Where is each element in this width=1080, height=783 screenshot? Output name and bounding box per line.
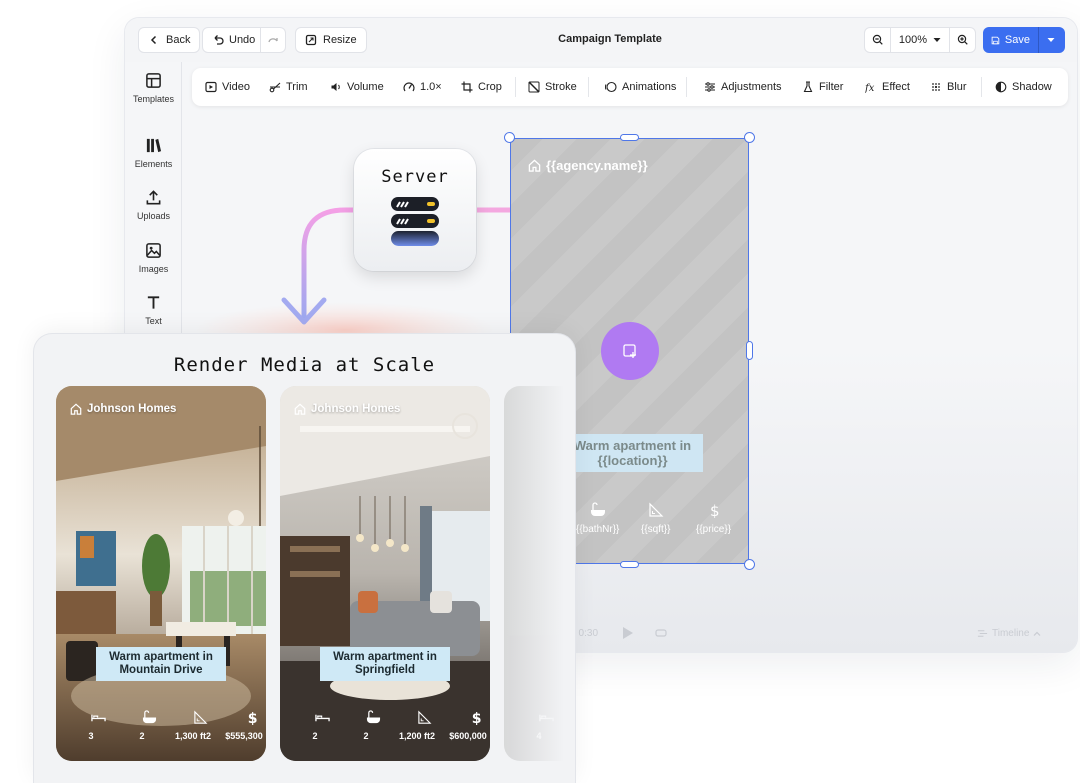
stat-value: $600,000	[449, 731, 487, 741]
property-caption: Warm apartment in Springfield	[320, 647, 450, 681]
stat-value: $555,300	[225, 731, 263, 741]
area-icon	[418, 710, 432, 724]
room-photo	[280, 386, 490, 761]
bathtub-icon	[142, 710, 157, 724]
server-icon	[391, 197, 439, 246]
svg-text:$: $	[472, 711, 482, 725]
render-panel: Render Media at Scale Johnson Homes Warm…	[34, 334, 575, 783]
property-card[interactable]: Johnson Homes Warm apartment in Mountain…	[56, 386, 266, 761]
server-label: Server	[381, 167, 449, 187]
caption-line: Warm apartment in	[109, 651, 213, 663]
property-card[interactable]: Johnson Homes Warm apartment in Springfi…	[280, 386, 490, 761]
dollar-icon: $	[248, 711, 258, 725]
svg-text:$: $	[248, 711, 258, 725]
agency-name: Johnson Homes	[294, 403, 400, 415]
dollar-icon: $	[472, 711, 482, 725]
area-icon	[194, 710, 208, 724]
property-caption: Warm apartment in Mountain Drive	[96, 647, 226, 681]
caption-line: Warm apartment in	[333, 651, 437, 663]
agency-name: Johnson Homes	[70, 403, 176, 415]
resize-handle[interactable]	[620, 134, 639, 141]
stat-price: $ $555,300	[225, 710, 266, 741]
flow-line	[301, 207, 357, 319]
render-title: Render Media at Scale	[173, 354, 436, 376]
stat-price: $ $600,000	[449, 710, 490, 741]
fade-overlay	[504, 386, 575, 761]
bed-icon	[315, 714, 330, 722]
bathtub-icon	[366, 710, 381, 724]
resize-handle[interactable]	[744, 559, 755, 570]
caption-line: Springfield	[354, 664, 416, 676]
room-photo	[56, 386, 266, 761]
resize-handle[interactable]	[504, 132, 515, 143]
home-icon	[70, 403, 82, 415]
home-icon	[294, 403, 306, 415]
resize-handle[interactable]	[744, 132, 755, 143]
resize-handle[interactable]	[746, 341, 753, 360]
server-node: Server	[354, 149, 476, 271]
bed-icon	[91, 714, 106, 722]
agency-label: Johnson Homes	[87, 403, 177, 415]
caption-line: Mountain Drive	[119, 664, 203, 676]
resize-handle[interactable]	[620, 561, 639, 568]
agency-label: Johnson Homes	[311, 403, 401, 415]
